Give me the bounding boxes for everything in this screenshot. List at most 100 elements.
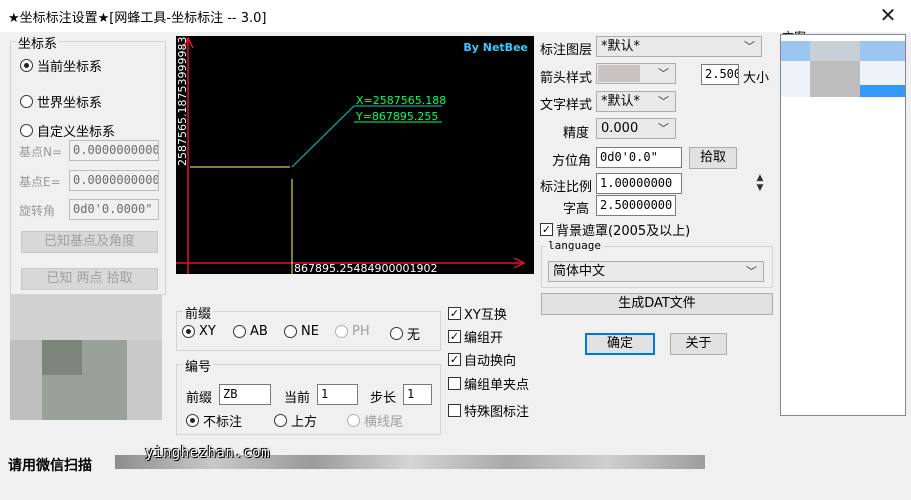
arrow-style-select[interactable]: ﹀ bbox=[596, 63, 676, 84]
arrow-style-swatch bbox=[598, 65, 640, 82]
base-e-input[interactable]: 0.000000000000 bbox=[69, 170, 159, 191]
check-label: 编组开 bbox=[464, 331, 504, 346]
radio-world-coord[interactable]: 世界坐标系 bbox=[20, 92, 102, 111]
list-selection bbox=[860, 85, 905, 97]
size-label: 大小 bbox=[743, 71, 770, 86]
vertical-coord-text: 2587565.18753999983892 bbox=[176, 36, 189, 166]
scheme-list[interactable] bbox=[780, 34, 906, 416]
radio-current-coord[interactable]: 当前坐标系 bbox=[20, 56, 102, 75]
radio-label: XY bbox=[199, 324, 216, 339]
radio-label: 不标注 bbox=[203, 415, 243, 430]
check-single-grip[interactable]: 编组单夹点 bbox=[448, 374, 529, 393]
radio-line-tail[interactable]: 横线尾 bbox=[347, 411, 403, 430]
size-input[interactable]: 2.5000 bbox=[701, 64, 739, 85]
radio-dot bbox=[186, 414, 199, 427]
known-point-angle-button[interactable]: 已知基点及角度 bbox=[21, 231, 158, 253]
checkbox-box bbox=[448, 404, 461, 417]
radio-dot bbox=[20, 124, 33, 137]
radio-label: AB bbox=[250, 324, 268, 339]
radio-dot bbox=[347, 414, 360, 427]
radio-dot bbox=[274, 414, 287, 427]
list-item-blur bbox=[810, 61, 860, 97]
radio-prefix-xy[interactable]: XY bbox=[182, 324, 216, 339]
radio-dot bbox=[284, 325, 297, 338]
base-e-label: 基点E= bbox=[19, 175, 61, 189]
step-input[interactable]: 1 bbox=[403, 384, 432, 405]
language-select[interactable]: 简体中文 ﹀ bbox=[548, 261, 764, 282]
radio-prefix-ph[interactable]: PH bbox=[335, 324, 370, 339]
precision-select[interactable]: 0.000 ﹀ bbox=[596, 118, 676, 139]
layer-select-value: *默认* bbox=[601, 39, 641, 54]
layer-select[interactable]: *默认* ﹀ bbox=[596, 36, 762, 57]
language-value: 简体中文 bbox=[553, 264, 606, 279]
qr-block bbox=[127, 340, 162, 420]
check-auto-direction[interactable]: ✓ 自动换向 bbox=[448, 350, 516, 369]
azimuth-input[interactable]: 0d0'0.0" bbox=[596, 147, 682, 168]
ok-button[interactable]: 确定 bbox=[585, 333, 655, 355]
checkbox-box: ✓ bbox=[448, 307, 461, 320]
about-button[interactable]: 关于 bbox=[670, 333, 727, 355]
scale-input[interactable]: 1.00000000 bbox=[596, 173, 682, 194]
close-button[interactable]: ✕ bbox=[865, 0, 911, 32]
scale-spinner[interactable]: ▲ ▼ bbox=[753, 173, 767, 195]
dialog-window: ★坐标标注设置★[网蜂工具-坐标标注 -- 3.0] ✕ 坐标系 当前坐标系 世… bbox=[0, 0, 911, 500]
precision-label: 精度 bbox=[563, 126, 590, 141]
precision-value: 0.000 bbox=[601, 121, 639, 136]
scan-label: 请用微信扫描 bbox=[8, 458, 92, 474]
brand-text: By NetBee bbox=[463, 41, 528, 54]
generate-dat-button[interactable]: 生成DAT文件 bbox=[541, 293, 773, 315]
layer-label: 标注图层 bbox=[540, 43, 593, 58]
radio-dot bbox=[20, 95, 33, 108]
text-style-select[interactable]: *默认* ﹀ bbox=[596, 91, 676, 112]
step-label: 步长 bbox=[370, 391, 397, 406]
azimuth-label: 方位角 bbox=[552, 154, 592, 169]
prefix-group-title: 前缀 bbox=[183, 303, 214, 322]
coord-system-title: 坐标系 bbox=[16, 33, 60, 52]
checkbox-box: ✓ bbox=[448, 330, 461, 343]
radio-label: 自定义坐标系 bbox=[37, 125, 116, 140]
number-prefix-input[interactable]: ZB bbox=[219, 384, 271, 405]
current-input[interactable]: 1 bbox=[317, 384, 358, 405]
preview-canvas: By NetBee X=2587565.188 Y=867895.255 867… bbox=[176, 36, 534, 274]
two-point-pick-button[interactable]: 已知 两点 拾取 bbox=[21, 268, 158, 290]
chevron-down-icon: ﹀ bbox=[658, 67, 669, 80]
check-xy-swap[interactable]: ✓ XY互换 bbox=[448, 304, 507, 323]
base-n-input[interactable]: 0.000000000000 bbox=[69, 140, 159, 161]
check-background-mask[interactable]: ✓ 背景遮罩(2005及以上) bbox=[540, 220, 690, 239]
radio-dot bbox=[390, 327, 403, 340]
preview-drawing: By NetBee X=2587565.188 Y=867895.255 867… bbox=[176, 36, 528, 274]
check-label: XY互换 bbox=[464, 308, 507, 323]
number-group-title: 编号 bbox=[183, 356, 214, 375]
radio-prefix-ab[interactable]: AB bbox=[233, 324, 268, 339]
radio-custom-coord[interactable]: 自定义坐标系 bbox=[20, 121, 115, 140]
current-label: 当前 bbox=[284, 391, 311, 406]
radio-prefix-none[interactable]: 无 bbox=[390, 324, 420, 343]
radio-no-label[interactable]: 不标注 bbox=[186, 411, 242, 430]
rotation-input[interactable]: 0d0'0.0000" bbox=[69, 199, 159, 220]
radio-label: 上方 bbox=[291, 415, 318, 430]
checkbox-box bbox=[448, 377, 461, 390]
chevron-down-icon: ﹀ bbox=[658, 95, 669, 108]
qr-code-image bbox=[10, 295, 162, 420]
base-n-label: 基点N= bbox=[19, 145, 63, 159]
radio-label: 世界坐标系 bbox=[37, 96, 103, 111]
radio-above[interactable]: 上方 bbox=[274, 411, 317, 430]
text-style-value: *默认* bbox=[601, 94, 641, 109]
rotation-label: 旋转角 bbox=[19, 204, 56, 218]
radio-dot bbox=[182, 325, 195, 338]
radio-prefix-ne[interactable]: NE bbox=[284, 324, 319, 339]
checkbox-box: ✓ bbox=[448, 353, 461, 366]
check-label: 自动换向 bbox=[464, 354, 517, 369]
qr-block bbox=[42, 340, 82, 375]
chevron-down-icon: ﹀ bbox=[744, 40, 755, 53]
radio-label: NE bbox=[301, 324, 319, 339]
check-special-label[interactable]: 特殊图标注 bbox=[448, 401, 529, 420]
radio-label: 无 bbox=[407, 328, 421, 343]
qr-block bbox=[10, 340, 42, 420]
height-input[interactable]: 2.50000000 bbox=[596, 195, 676, 216]
check-group-on[interactable]: ✓ 编组开 bbox=[448, 327, 503, 346]
radio-label: PH bbox=[352, 324, 370, 339]
pick-button[interactable]: 拾取 bbox=[689, 147, 737, 169]
chevron-down-icon: ﹀ bbox=[658, 122, 669, 135]
arrow-style-label: 箭头样式 bbox=[540, 71, 593, 86]
